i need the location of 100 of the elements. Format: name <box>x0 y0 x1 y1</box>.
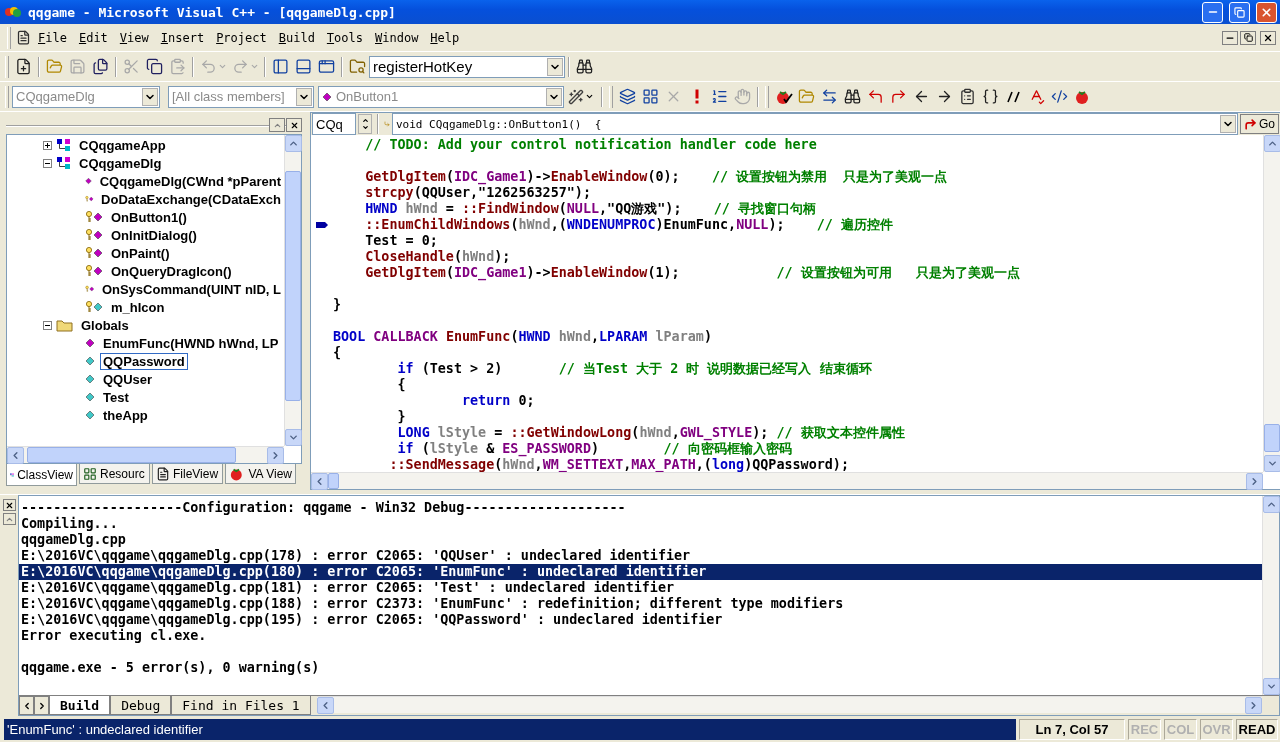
output-line[interactable]: E:\2016VC\qqgame\qqgameDlg.cpp(188) : error C2373: 'EnumFunc' : redefinition; different type modifiers <box>19 596 1262 612</box>
output-line[interactable]: Error executing cl.exe. <box>19 628 1262 644</box>
tree-item[interactable]: OnInitDialog() <box>108 226 200 244</box>
output-tab[interactable]: Find in Files 1 <box>171 696 311 715</box>
window-list-icon <box>318 58 335 75</box>
tree-item[interactable]: EnumFunc(HWND hWnd, LP <box>100 334 282 352</box>
dropdown-button[interactable] <box>1220 115 1236 133</box>
key-method-icon <box>85 228 104 242</box>
menu-item[interactable]: View <box>114 28 154 47</box>
close-button[interactable] <box>286 118 302 132</box>
scrollbar-thumb[interactable] <box>328 473 340 489</box>
vertical-scrollbar[interactable] <box>284 135 301 446</box>
restore-icon <box>1234 6 1245 18</box>
vertical-scrollbar[interactable] <box>1262 496 1279 695</box>
tree-item[interactable]: QQUser <box>100 370 156 388</box>
menu-item[interactable]: Help <box>425 28 465 47</box>
braces-icon <box>982 88 999 105</box>
horizontal-scrollbar[interactable] <box>316 696 1262 713</box>
close-icon <box>4 500 14 510</box>
scrollbar-thumb[interactable] <box>26 447 236 463</box>
tree-item[interactable]: OnSysCommand(UINT nID, L <box>98 280 284 298</box>
menu-item[interactable]: Window <box>370 28 424 47</box>
dropdown-button[interactable] <box>547 57 563 76</box>
go-button[interactable]: Go <box>1240 114 1279 134</box>
tree-item[interactable]: DoDataExchange(CDataExch <box>98 190 284 208</box>
tree-item[interactable]: Globals <box>78 316 132 334</box>
status-indicator: OVR <box>1200 719 1233 740</box>
code-line: HWND hWnd = ::FindWindow(NULL,"QQ游戏"); // 寻找窗口句柄 <box>364 201 816 217</box>
tree-item[interactable]: OnPaint() <box>108 244 173 262</box>
code-line: ::EnumChildWindows(hWnd,(WNDENUMPROC)EnumFunc,NULL); // 遍历控件 <box>364 217 893 233</box>
workspace-tab[interactable]: ClassView <box>6 464 77 486</box>
scrollbar-thumb[interactable] <box>1264 424 1280 452</box>
menu-item[interactable]: File <box>33 28 72 47</box>
hand-icon <box>734 88 751 105</box>
tree-item[interactable]: CQqgameDlg(CWnd *pParent <box>96 172 284 190</box>
filter-combo[interactable]: [All class members] <box>168 85 314 108</box>
status-message: 'EnumFunc' : undeclared identifier <box>4 719 1016 740</box>
tree-item[interactable]: CQqgameApp <box>76 136 169 154</box>
workspace-tab[interactable]: FileView <box>152 464 223 484</box>
menu-item[interactable]: Tools <box>321 28 368 47</box>
redo-icon <box>231 58 249 75</box>
tree-item[interactable]: OnButton1() <box>108 208 190 226</box>
scrollbar-thumb[interactable] <box>285 170 301 401</box>
close-button[interactable] <box>1260 30 1276 45</box>
class-combo[interactable]: CQqgameDlg <box>12 85 160 108</box>
horizontal-scrollbar[interactable] <box>7 446 284 463</box>
horizontal-scrollbar[interactable] <box>311 472 1263 489</box>
output-tab[interactable]: Debug <box>110 696 172 715</box>
back-arrow-icon <box>913 88 930 105</box>
workspace-tab[interactable]: Resourc <box>79 464 150 484</box>
vertical-scrollbar[interactable] <box>1263 135 1280 472</box>
member-combo[interactable]: OnButton1 <box>318 85 564 108</box>
scroll-left-button[interactable] <box>19 696 34 715</box>
output-line[interactable]: qqgameDlg.cpp <box>19 532 1262 548</box>
dropdown-button[interactable] <box>546 87 562 106</box>
find-in-files-icon <box>349 58 366 75</box>
minimize-button[interactable] <box>1222 30 1238 45</box>
output-line[interactable]: qqgame.exe - 5 error(s), 0 warning(s) <box>19 660 1262 676</box>
collapse-icon[interactable] <box>43 158 52 168</box>
caret-icon <box>249 62 259 71</box>
menu-item[interactable]: Project <box>211 28 272 47</box>
tree-item[interactable]: m_hIcon <box>108 298 168 316</box>
tree-item[interactable]: OnQueryDragIcon() <box>108 262 235 280</box>
tree-item[interactable]: Test <box>100 388 132 406</box>
find-combo[interactable]: registerHotKey <box>369 55 565 78</box>
tree-item[interactable]: CQqgameDlg <box>76 154 165 172</box>
menu-item[interactable]: Insert <box>155 28 210 47</box>
bookmark-forward-icon <box>890 88 907 105</box>
copy-icon <box>146 58 163 75</box>
workspace-tab[interactable]: VA View <box>225 464 296 484</box>
menu-item[interactable]: Build <box>273 28 320 47</box>
output-line[interactable]: E:\2016VC\qqgame\qqgameDlg.cpp(195) : error C2065: 'QQPassword' : undeclared identifier <box>19 612 1262 628</box>
expand-icon[interactable] <box>43 140 52 150</box>
scroll-right-button[interactable] <box>34 696 49 715</box>
output-line[interactable]: E:\2016VC\qqgame\qqgameDlg.cpp(178) : error C2065: 'QQUser' : undeclared identifier <box>19 548 1262 564</box>
document-icon <box>16 30 31 45</box>
collapse-icon[interactable] <box>43 320 52 330</box>
menu-item[interactable]: Edit <box>73 28 113 47</box>
spin-button[interactable] <box>358 114 372 134</box>
dropdown-button[interactable] <box>142 87 158 106</box>
output-line[interactable]: E:\2016VC\qqgame\qqgameDlg.cpp(181) : error C2065: 'Test' : undeclared identifier <box>19 580 1262 596</box>
class-icon <box>56 156 72 170</box>
output-panel-icon <box>295 58 312 75</box>
tree-item[interactable]: theApp <box>100 406 151 424</box>
restore-button[interactable] <box>1240 30 1256 45</box>
tree-item[interactable]: QQPassword <box>100 352 188 370</box>
code-line: if (Test > 2) // 当Test 大于 2 时 说明数据已经写入 结束循环 <box>396 361 872 377</box>
app-logo-icon <box>4 5 22 19</box>
code-arrow-icon <box>1051 88 1068 105</box>
close-button[interactable] <box>2 499 16 511</box>
output-tab[interactable]: Build <box>49 696 111 715</box>
code-line: strcpy(QQUser,"1262563257"); <box>364 185 591 201</box>
code-line: } <box>333 297 342 313</box>
swap-arrows-icon <box>821 88 838 105</box>
dropdown-button[interactable] <box>296 87 312 106</box>
close-icon <box>1260 5 1273 19</box>
scope-combo[interactable]: CQq <box>312 113 356 135</box>
function-combo[interactable]: void CQqgameDlg::OnButton1() { <box>392 113 1238 135</box>
output-line[interactable]: Compiling... <box>19 516 1262 532</box>
output-line[interactable]: --------------------Configuration: qqgame - Win32 Debug-------------------- <box>19 500 1262 516</box>
